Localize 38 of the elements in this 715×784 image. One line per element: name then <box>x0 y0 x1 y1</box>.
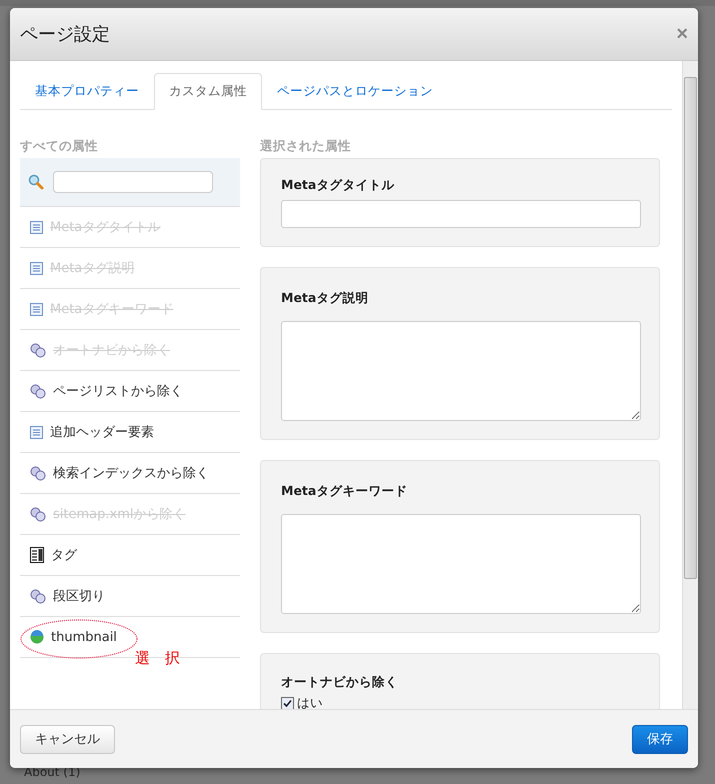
field-label: Metaタグキーワード <box>281 483 408 500</box>
attribute-item[interactable]: 検索インデックスから除く <box>53 464 209 482</box>
field-label: オートナビから除く <box>281 674 399 691</box>
input-field[interactable] <box>281 200 641 228</box>
save-button[interactable]: 保存 <box>632 724 688 754</box>
text-area[interactable] <box>281 321 641 421</box>
globe-icon <box>30 630 44 644</box>
checkbox[interactable] <box>281 697 294 709</box>
list-icon <box>30 547 44 563</box>
search-icon <box>28 174 44 190</box>
tab[interactable]: 基本プロパティー <box>20 73 154 110</box>
tab[interactable]: カスタム属性 <box>154 73 262 110</box>
question-bubbles-icon <box>30 506 46 522</box>
attribute-item[interactable]: タグ <box>51 546 77 564</box>
text-field-icon <box>30 302 43 316</box>
checkbox-label: はい <box>297 695 323 709</box>
close-button[interactable]: × <box>676 22 688 46</box>
cancel-button[interactable]: キャンセル <box>20 724 115 754</box>
section-heading: すべての属性 <box>20 138 99 155</box>
question-bubbles-icon <box>30 466 46 480</box>
dialog-title: ページ設定 <box>20 23 110 46</box>
section-heading: 選択された属性 <box>260 138 352 155</box>
attribute-item[interactable]: 段区切り <box>53 587 105 605</box>
question-bubbles-icon <box>30 588 46 604</box>
annotation-text: 選 択 <box>135 649 180 668</box>
field-label: Metaタグタイトル <box>281 177 396 194</box>
text-field-icon <box>30 426 43 438</box>
question-bubbles-icon <box>30 384 46 398</box>
attribute-item[interactable]: 追加ヘッダー要素 <box>50 423 154 441</box>
scrollbar[interactable] <box>682 61 698 709</box>
question-bubbles-icon <box>30 342 46 358</box>
text-area[interactable] <box>281 514 641 614</box>
search-field[interactable] <box>53 171 213 193</box>
attribute-item[interactable]: ページリストから除く <box>53 382 183 400</box>
text-field-icon <box>30 262 43 274</box>
field-label: Metaタグ説明 <box>281 290 370 307</box>
text-field-icon <box>30 220 43 234</box>
tab[interactable]: ページパスとロケーション <box>262 73 448 110</box>
